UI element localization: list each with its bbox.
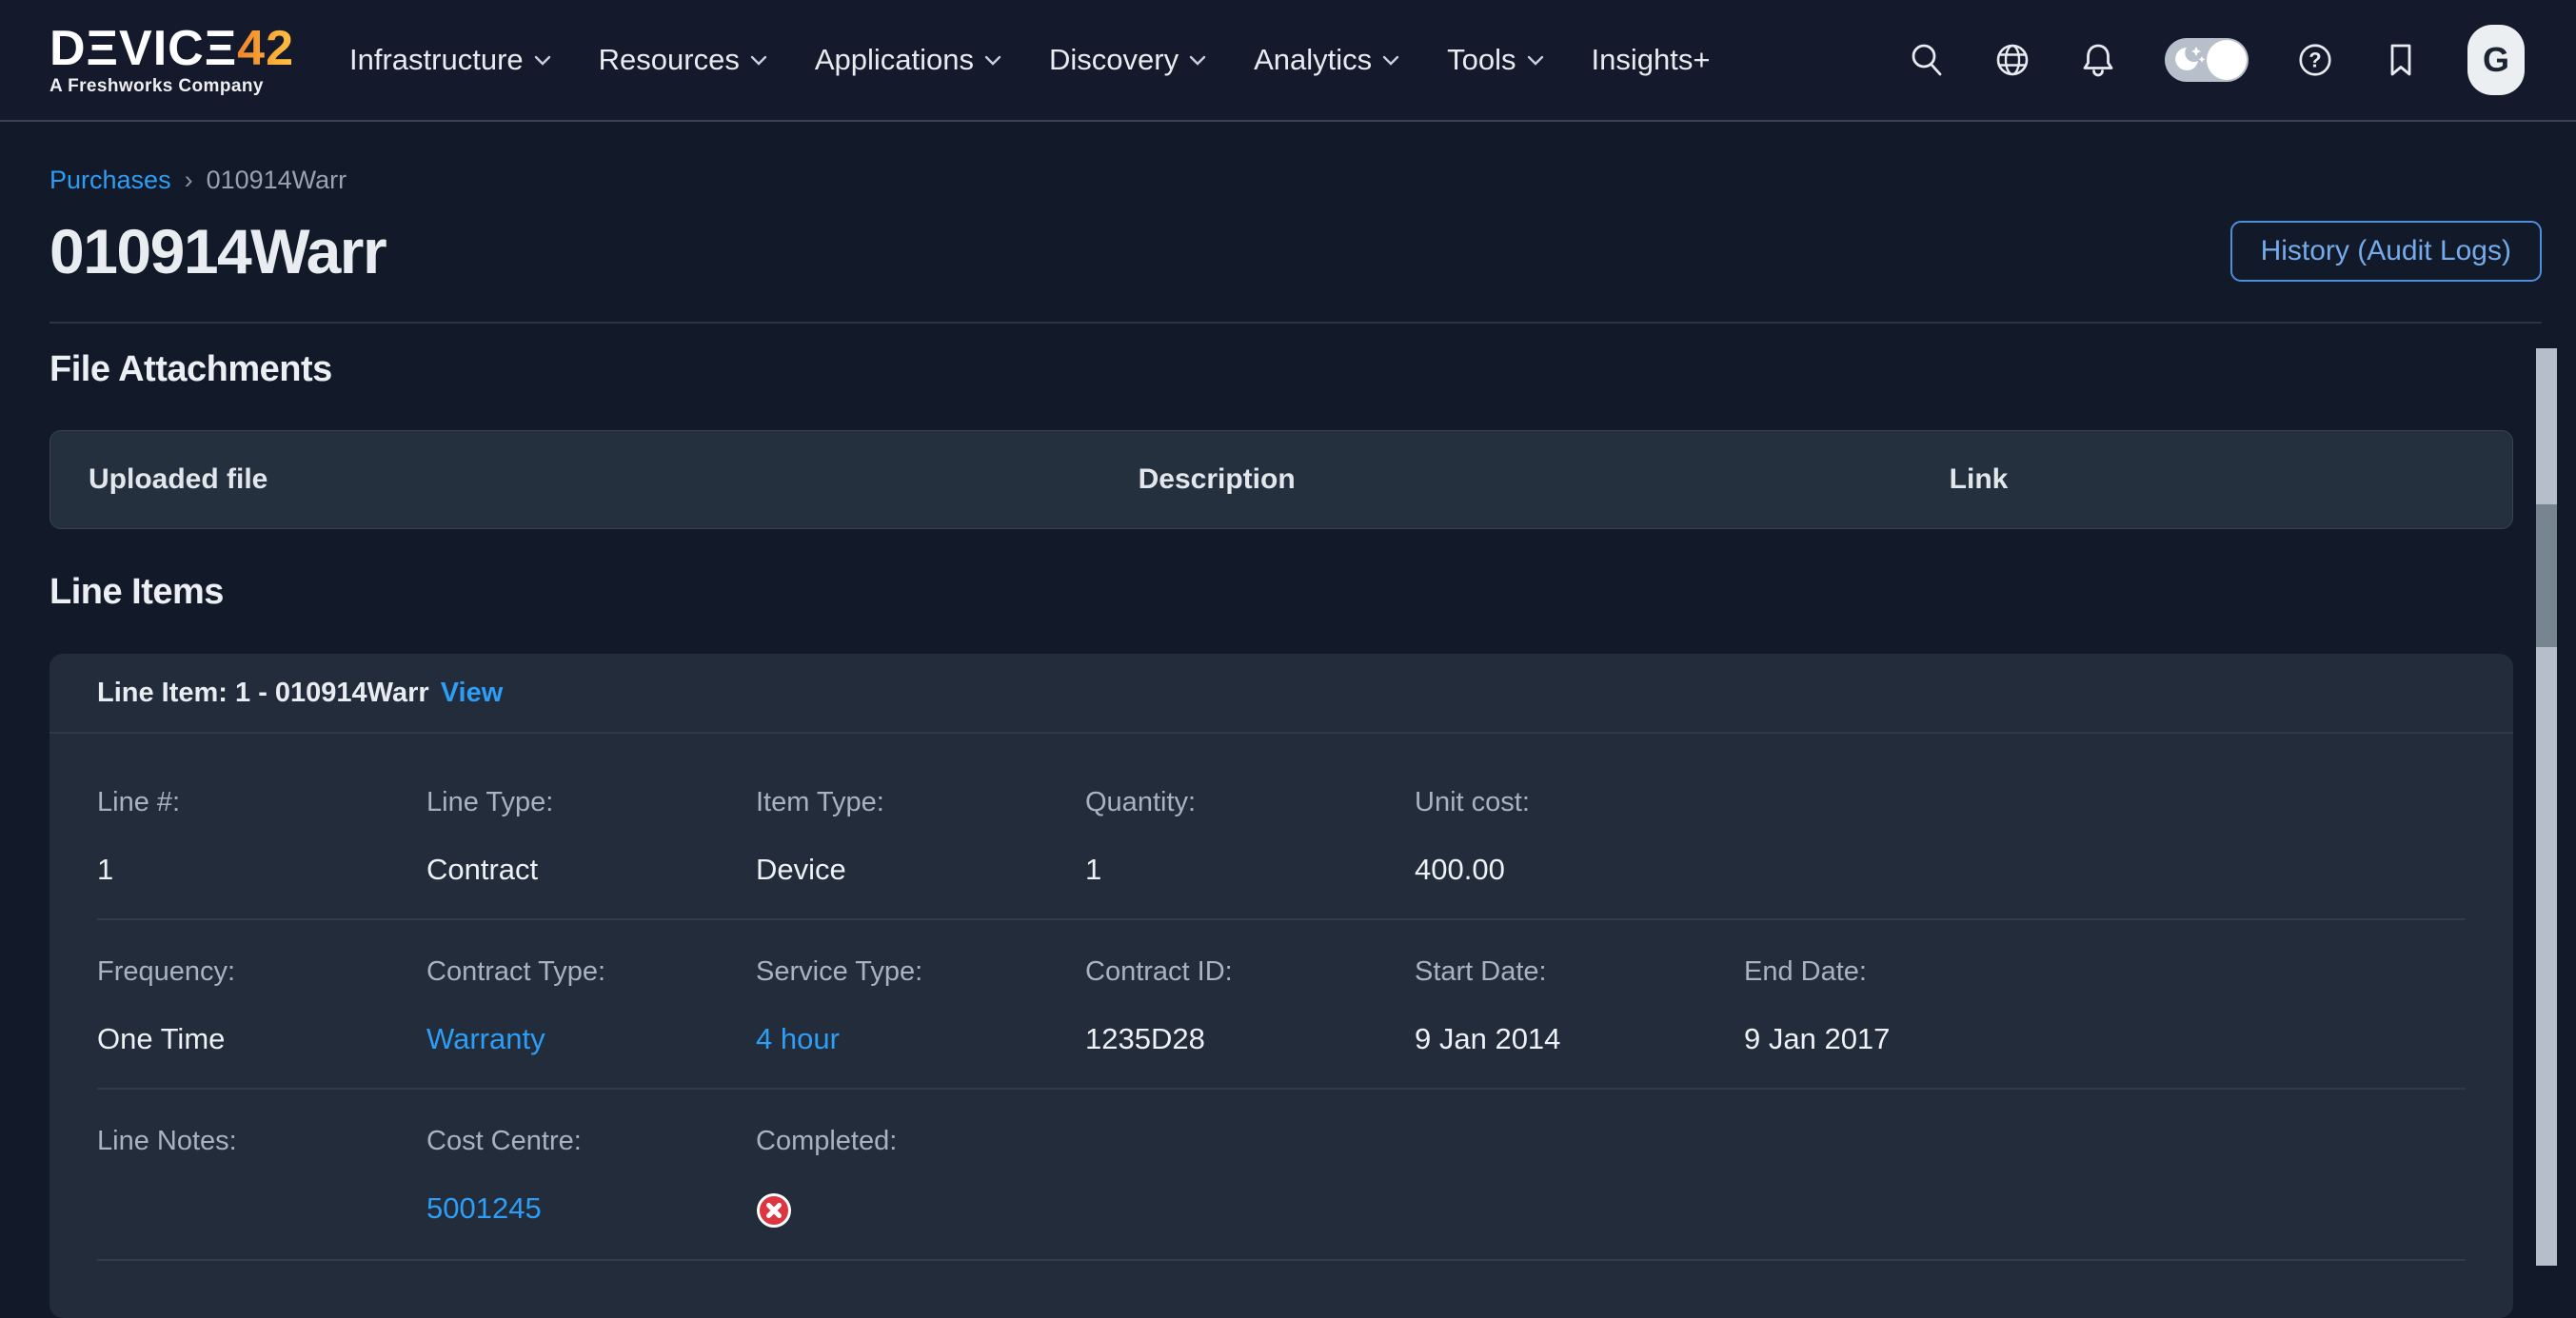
field-end-date: End Date: 9 Jan 2017 xyxy=(1744,954,2073,1057)
field-item-type: Item Type: Device xyxy=(756,785,1085,888)
field-contract-id: Contract ID: 1235D28 xyxy=(1085,954,1415,1057)
field-line-number: Line #: 1 xyxy=(97,785,426,888)
navbar-actions: ? G xyxy=(1908,25,2525,95)
breadcrumb: Purchases › 010914Warr xyxy=(50,164,2542,196)
nav-item-label: Analytics xyxy=(1254,43,1372,77)
nav-item-insights[interactable]: Insights+ xyxy=(1592,43,1711,77)
page-title: 010914Warr xyxy=(50,215,386,287)
history-audit-logs-button[interactable]: History (Audit Logs) xyxy=(2230,221,2542,282)
line-item-fields: Line #: 1 Line Type: Contract Item Type:… xyxy=(50,734,2513,1261)
toggle-knob xyxy=(2207,40,2247,80)
chevron-down-icon xyxy=(1527,55,1544,66)
nav-item-label: Tools xyxy=(1447,43,1516,77)
field-line-notes: Line Notes: xyxy=(97,1124,426,1229)
breadcrumb-current: 010914Warr xyxy=(207,164,347,196)
help-icon[interactable]: ? xyxy=(2296,41,2334,79)
vertical-scrollbar[interactable] xyxy=(2536,348,2557,1266)
line-items-heading: Line Items xyxy=(50,571,2513,613)
field-line-type: Line Type: Contract xyxy=(426,785,756,888)
field-cost-centre: Cost Centre: 5001245 xyxy=(426,1124,756,1229)
nav-item-tools[interactable]: Tools xyxy=(1447,43,1543,77)
cost-centre-link[interactable]: 5001245 xyxy=(426,1190,756,1227)
nav-item-analytics[interactable]: Analytics xyxy=(1254,43,1399,77)
nav-item-label: Applications xyxy=(815,43,974,77)
file-attachments-table-header: Uploaded file Description Link xyxy=(50,430,2513,529)
bookmark-icon[interactable] xyxy=(2382,41,2420,79)
line-item-title: Line Item: 1 - 010914Warr xyxy=(97,678,429,709)
field-start-date: Start Date: 9 Jan 2014 xyxy=(1415,954,1744,1057)
nav-item-label: Discovery xyxy=(1049,43,1179,77)
field-completed: Completed: xyxy=(756,1124,1085,1229)
chevron-down-icon xyxy=(534,55,551,66)
avatar-initial: G xyxy=(2483,40,2509,80)
wordmark-42: 42 xyxy=(237,21,294,76)
title-row: 010914Warr History (Audit Logs) xyxy=(50,215,2542,287)
moon-stars-icon xyxy=(2173,44,2208,81)
field-row-1: Line #: 1 Line Type: Contract Item Type:… xyxy=(97,734,2466,920)
breadcrumb-link-purchases[interactable]: Purchases xyxy=(50,164,171,196)
nav-item-label: Resources xyxy=(599,43,740,77)
nav-item-discovery[interactable]: Discovery xyxy=(1049,43,1206,77)
search-icon[interactable] xyxy=(1908,41,1946,79)
field-row-3: Line Notes: Cost Centre: 5001245 Complet… xyxy=(97,1090,2466,1261)
chevron-down-icon xyxy=(750,55,767,66)
line-item-card-header: Line Item: 1 - 010914Warr View xyxy=(50,654,2513,734)
header-divider xyxy=(50,322,2542,324)
column-uploaded-file: Uploaded file xyxy=(89,463,1139,496)
field-frequency: Frequency: One Time xyxy=(97,954,426,1057)
globe-icon[interactable] xyxy=(1993,41,2031,79)
nav-item-label: Insights+ xyxy=(1592,43,1711,77)
nav-item-applications[interactable]: Applications xyxy=(815,43,1001,77)
scrollbar-thumb[interactable] xyxy=(2536,504,2557,647)
field-unit-cost: Unit cost: 400.00 xyxy=(1415,785,1744,888)
chevron-down-icon xyxy=(1382,55,1399,66)
cross-circle-icon xyxy=(756,1191,792,1225)
view-link[interactable]: View xyxy=(441,678,504,709)
field-quantity: Quantity: 1 xyxy=(1085,785,1415,888)
dark-mode-toggle[interactable] xyxy=(2165,38,2249,82)
chevron-down-icon xyxy=(1189,55,1206,66)
device42-wordmark: DΞVICΞ42 xyxy=(50,24,294,73)
main-menu: Infrastructure Resources Applications Di… xyxy=(349,43,1710,77)
nav-item-resources[interactable]: Resources xyxy=(599,43,767,77)
column-link: Link xyxy=(1950,463,2474,496)
notifications-bell-icon[interactable] xyxy=(2079,41,2117,79)
svg-text:?: ? xyxy=(2308,49,2321,72)
file-attachments-heading: File Attachments xyxy=(50,348,2513,390)
logo-tagline: A Freshworks Company xyxy=(50,76,294,97)
column-description: Description xyxy=(1139,463,1950,496)
warranty-link[interactable]: Warranty xyxy=(426,1021,756,1057)
page-header: Purchases › 010914Warr 010914Warr Histor… xyxy=(0,164,2576,324)
field-row-2: Frequency: One Time Contract Type: Warra… xyxy=(97,920,2466,1090)
service-type-link[interactable]: 4 hour xyxy=(756,1021,1085,1057)
field-service-type: Service Type: 4 hour xyxy=(756,954,1085,1057)
device42-logo[interactable]: DΞVICΞ42 A Freshworks Company xyxy=(50,24,294,97)
user-avatar[interactable]: G xyxy=(2467,25,2525,95)
nav-item-infrastructure[interactable]: Infrastructure xyxy=(349,43,551,77)
field-contract-type: Contract Type: Warranty xyxy=(426,954,756,1057)
top-navbar: DΞVICΞ42 A Freshworks Company Infrastruc… xyxy=(0,0,2576,122)
nav-item-label: Infrastructure xyxy=(349,43,524,77)
line-item-card: Line Item: 1 - 010914Warr View Line #: 1… xyxy=(50,654,2513,1318)
main-content: File Attachments Uploaded file Descripti… xyxy=(0,348,2576,1318)
chevron-down-icon xyxy=(984,55,1001,66)
breadcrumb-separator: › xyxy=(185,164,193,196)
